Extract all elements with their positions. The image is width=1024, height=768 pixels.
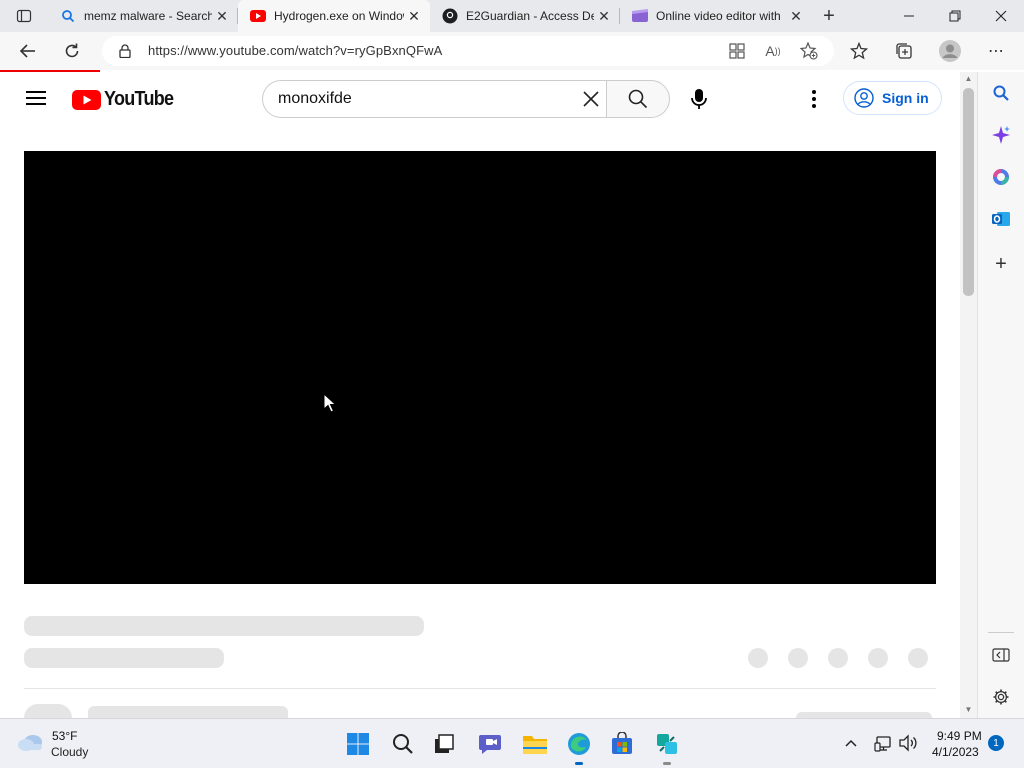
customize-gear-icon[interactable] <box>988 684 1014 710</box>
scroll-up-icon[interactable]: ▲ <box>963 74 974 84</box>
windows-taskbar <box>0 718 1024 768</box>
tab-title: Online video editor with <box>656 9 781 23</box>
mouse-cursor-icon <box>323 392 337 419</box>
youtube-logo-text: YouTube <box>104 88 174 110</box>
close-tab-icon[interactable]: ✕ <box>594 8 614 25</box>
url-text[interactable]: https://www.youtube.com/watch?v=ryGpBxnQ… <box>148 43 442 58</box>
settings-more-icon[interactable]: ⋯ <box>984 40 1008 62</box>
close-window-icon[interactable] <box>978 0 1024 32</box>
start-windows-icon[interactable] <box>342 728 374 760</box>
lock-icon[interactable] <box>116 42 134 60</box>
action-placeholder <box>908 648 928 668</box>
account-icon <box>854 88 874 108</box>
microsoft-store-icon[interactable] <box>606 728 638 760</box>
add-sidebar-app-icon[interactable]: + <box>988 251 1014 277</box>
hide-sidebar-icon[interactable] <box>988 642 1014 668</box>
comment-placeholder <box>88 706 288 718</box>
minimize-icon[interactable] <box>886 0 932 32</box>
read-aloud-icon[interactable]: A)) <box>762 41 784 61</box>
task-view-icon[interactable] <box>428 728 460 760</box>
tab-title: E2Guardian - Access Denied <box>466 9 594 23</box>
notification-badge[interactable]: 1 <box>988 735 1004 751</box>
youtube-logo-icon <box>72 89 101 110</box>
close-tab-icon[interactable]: ✕ <box>786 8 806 25</box>
weather-condition[interactable]: Cloudy <box>51 745 88 759</box>
network-app-icon[interactable] <box>651 728 683 760</box>
weather-temperature[interactable]: 53°F <box>52 729 77 743</box>
back-arrow-icon[interactable] <box>14 39 42 63</box>
title-placeholder <box>24 616 424 636</box>
video-player[interactable] <box>24 151 936 584</box>
outlook-icon[interactable] <box>988 206 1014 232</box>
sidebar-divider <box>988 632 1014 633</box>
office-icon[interactable] <box>988 164 1014 190</box>
volume-icon[interactable] <box>898 734 918 752</box>
chevron-up-icon[interactable] <box>843 734 859 752</box>
scroll-down-icon[interactable]: ▼ <box>963 705 974 715</box>
tab-video-editor[interactable]: Online video editor with ✕ <box>620 0 812 32</box>
youtube-logo[interactable]: YouTube <box>72 88 181 111</box>
favorites-icon[interactable] <box>848 41 870 61</box>
tab-hydrogen-youtube[interactable]: Hydrogen.exe on Windows ✕ <box>238 0 430 32</box>
teams-chat-icon[interactable] <box>474 728 506 760</box>
close-tab-icon[interactable]: ✕ <box>212 8 232 25</box>
search-query-text[interactable]: monoxifde <box>278 90 352 108</box>
tab-title: memz malware - Search <box>84 9 212 23</box>
running-app-indicator <box>663 762 671 765</box>
restore-icon[interactable] <box>932 0 978 32</box>
file-explorer-icon[interactable] <box>519 728 551 760</box>
tab-memz-search[interactable]: memz malware - Search ✕ <box>48 0 238 32</box>
action-placeholder <box>828 648 848 668</box>
action-placeholder <box>868 648 888 668</box>
sign-in-label: Sign in <box>882 90 929 106</box>
app-available-icon[interactable] <box>726 41 748 61</box>
channel-placeholder <box>24 648 224 668</box>
clock-time[interactable]: 9:49 PM <box>937 729 982 743</box>
youtube-icon <box>250 8 266 24</box>
microphone-icon[interactable] <box>689 87 709 111</box>
clear-search-icon[interactable] <box>581 89 601 109</box>
refresh-icon[interactable] <box>58 39 86 63</box>
network-status-icon[interactable] <box>874 734 892 752</box>
active-app-indicator <box>575 762 583 765</box>
clock-date[interactable]: 4/1/2023 <box>932 745 979 759</box>
hamburger-menu-icon[interactable] <box>26 90 46 106</box>
sidebar-search-icon[interactable] <box>988 80 1014 106</box>
new-tab-icon[interactable]: + <box>816 4 842 28</box>
weather-cloud-icon[interactable] <box>16 730 46 754</box>
github-icon <box>442 8 458 24</box>
action-placeholder <box>748 648 768 668</box>
scrollbar-thumb[interactable] <box>963 88 974 296</box>
sign-in-button[interactable]: Sign in <box>843 81 942 115</box>
clipchamp-icon <box>632 8 648 24</box>
edge-browser-icon[interactable] <box>563 728 595 760</box>
copilot-sparkle-icon[interactable] <box>988 122 1014 148</box>
profile-avatar-icon[interactable] <box>938 39 962 63</box>
tab-e2guardian[interactable]: E2Guardian - Access Denied ✕ <box>430 0 620 32</box>
tab-title: Hydrogen.exe on Windows <box>274 9 404 23</box>
more-options-icon[interactable] <box>806 88 822 110</box>
add-favorite-icon[interactable] <box>798 41 820 61</box>
search-icon <box>627 88 649 110</box>
action-placeholder <box>788 648 808 668</box>
taskbar-search-icon[interactable] <box>387 728 419 760</box>
tab-actions-icon[interactable] <box>12 6 36 26</box>
divider <box>24 688 936 689</box>
avatar-placeholder <box>24 704 72 718</box>
search-icon <box>60 8 76 24</box>
close-tab-icon[interactable]: ✕ <box>404 8 424 25</box>
collections-icon[interactable] <box>892 41 916 61</box>
